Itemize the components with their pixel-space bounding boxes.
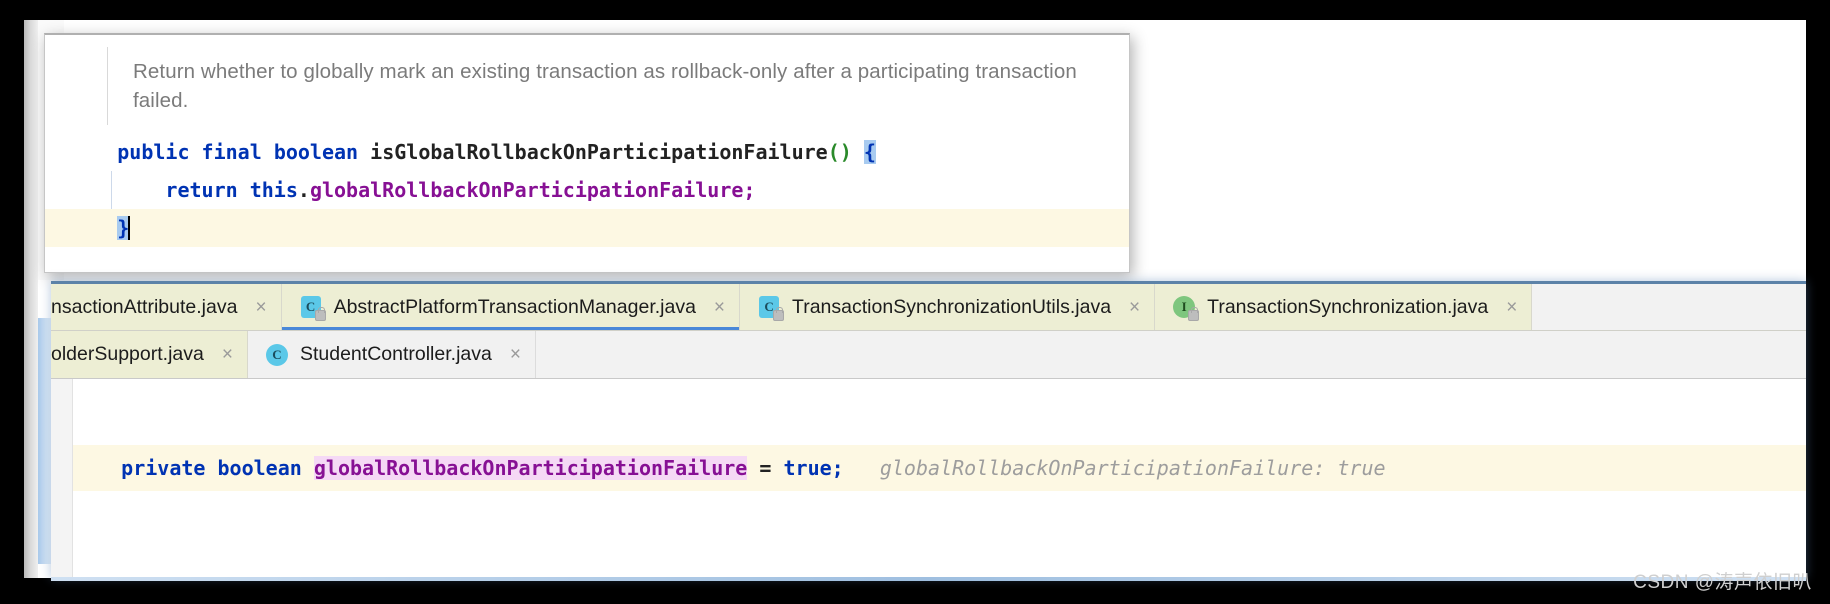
- text-caret: [128, 216, 131, 240]
- lower-editor-pane[interactable]: private boolean globalRollbackOnParticip…: [51, 378, 1806, 581]
- dot-operator: .: [297, 178, 310, 202]
- editor-code-line-field-declaration: private boolean globalRollbackOnParticip…: [73, 445, 1806, 491]
- assignment-operator: =: [759, 456, 772, 480]
- documentation-popup[interactable]: Return whether to globally mark an exist…: [44, 33, 1130, 273]
- tab-label: AbstractPlatformTransactionManager.java: [333, 295, 696, 318]
- parentheses: (): [827, 140, 852, 164]
- tab-label: StudentController.java: [299, 343, 492, 365]
- popup-divider: [107, 47, 108, 125]
- code-line-signature: public final boolean isGlobalRollbackOnP…: [45, 133, 1129, 171]
- keyword-public: public: [117, 140, 190, 164]
- keyword-this: this: [249, 178, 298, 202]
- tab-row-1: nsactionAttribute.java × C AbstractPlatf…: [51, 284, 1806, 331]
- field-name-highlighted: globalRollbackOnParticipationFailure: [313, 456, 748, 480]
- interface-icon: I: [1171, 294, 1200, 321]
- lock-icon: [314, 307, 326, 321]
- close-icon[interactable]: ×: [1506, 298, 1517, 317]
- tab-abstractplatformtransactionmanager[interactable]: C AbstractPlatformTransactionManager.jav…: [281, 284, 741, 330]
- lock-icon: [773, 307, 785, 321]
- keyword-private: private: [121, 456, 206, 480]
- code-line-return: return this.globalRollbackOnParticipatio…: [45, 171, 1129, 209]
- editor-tabs-region: nsactionAttribute.java × C AbstractPlatf…: [51, 281, 1806, 581]
- code-line-close-brace: }: [45, 209, 1129, 247]
- tab-row-2: olderSupport.java × C StudentController.…: [51, 331, 1806, 378]
- inline-debug-hint: globalRollbackOnParticipationFailure: tr…: [879, 456, 1386, 480]
- tab-holdersupport[interactable]: olderSupport.java ×: [51, 331, 248, 378]
- keyword-final: final: [201, 140, 262, 164]
- tab-transactionattribute[interactable]: nsactionAttribute.java ×: [51, 284, 282, 330]
- editor-left-scrollbar[interactable]: [24, 20, 38, 578]
- boolean-literal: true: [783, 456, 832, 480]
- watermark: CSDN @涛声依旧叭: [1633, 572, 1812, 593]
- close-icon[interactable]: ×: [510, 345, 521, 364]
- editor-gutter[interactable]: [51, 379, 73, 581]
- method-name: isGlobalRollbackOnParticipationFailure: [370, 140, 828, 164]
- tab-label: olderSupport.java: [51, 343, 204, 365]
- tab-label: nsactionAttribute.java: [51, 295, 238, 318]
- class-round-icon-glyph: C: [265, 343, 288, 366]
- close-icon[interactable]: ×: [222, 345, 233, 364]
- keyword-boolean: boolean: [273, 140, 359, 164]
- lock-icon: [1188, 307, 1200, 321]
- popup-code-block: public final boolean isGlobalRollbackOnP…: [45, 133, 1129, 247]
- close-icon[interactable]: ×: [255, 298, 266, 317]
- close-icon[interactable]: ×: [1129, 298, 1140, 317]
- pane-bottom-glow: [51, 577, 1806, 581]
- open-brace-highlight: {: [863, 140, 876, 164]
- screenshot-root: Return whether to globally mark an exist…: [0, 0, 1830, 604]
- tab-label: TransactionSynchronizationUtils.java: [792, 295, 1112, 318]
- field-reference: globalRollbackOnParticipationFailure: [309, 178, 744, 202]
- editor-left-highlight-strip: [38, 318, 51, 564]
- popup-documentation-text: Return whether to globally mark an exist…: [133, 60, 1077, 112]
- keyword-return: return: [165, 178, 238, 202]
- close-icon[interactable]: ×: [714, 298, 725, 317]
- semicolon: ;: [743, 178, 756, 202]
- tab-label: TransactionSynchronization.java: [1207, 295, 1489, 318]
- semicolon: ;: [831, 456, 844, 480]
- tab-transactionsynchronization[interactable]: I TransactionSynchronization.java ×: [1155, 284, 1533, 330]
- tab-studentcontroller[interactable]: C StudentController.java ×: [247, 331, 536, 378]
- class-round-icon: C: [264, 342, 290, 368]
- class-icon: C: [298, 294, 326, 321]
- class-icon: C: [756, 294, 785, 321]
- tab-transactionsynchronizationutils[interactable]: C TransactionSynchronizationUtils.java ×: [740, 284, 1156, 330]
- keyword-boolean: boolean: [217, 456, 302, 480]
